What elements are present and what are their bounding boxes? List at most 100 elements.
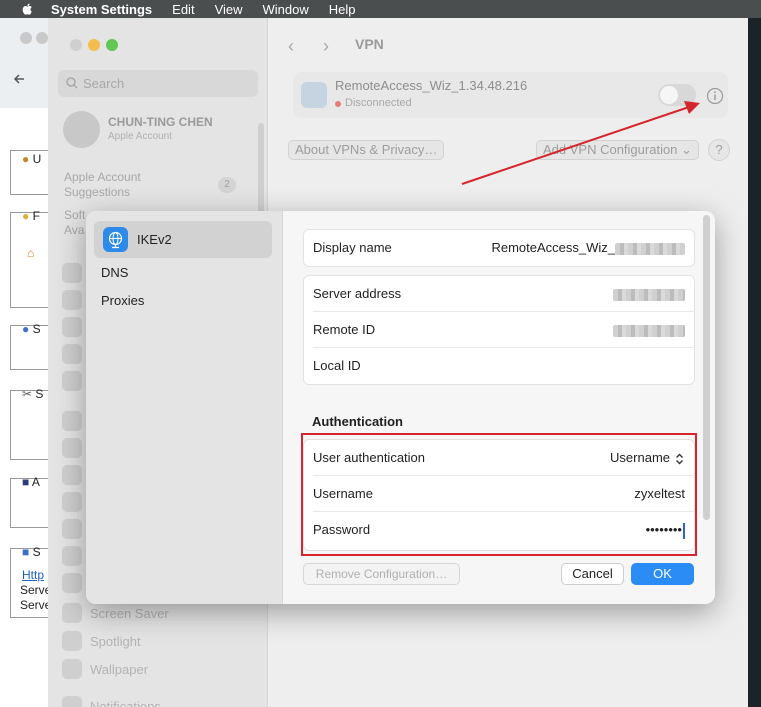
bg-label: ● U	[22, 152, 42, 166]
authentication-heading: Authentication	[312, 414, 403, 429]
dialog-sidebar: IKEv2 DNS Proxies	[86, 211, 283, 604]
server-address-row[interactable]: Server address	[304, 276, 694, 312]
bg-traffic-light	[20, 32, 32, 44]
zoom-window-button[interactable]	[106, 39, 118, 51]
bg-label: ■ A	[22, 475, 40, 489]
vpn-status: Disconnected	[345, 97, 412, 109]
local-id-label: Local ID	[313, 358, 361, 373]
sidebar-item-screen-saver[interactable]: Screen Saver	[62, 603, 169, 623]
side-item-ikev2[interactable]: IKEv2	[94, 221, 272, 258]
menu-help[interactable]: Help	[329, 2, 356, 17]
wifi-icon	[62, 263, 82, 283]
back-arrow-icon[interactable]	[12, 72, 26, 86]
add-vpn-label: Add VPN Configuration	[543, 142, 678, 157]
redacted-text	[613, 324, 685, 337]
accessibility-icon	[62, 438, 82, 458]
dialog-main: Display name RemoteAccess_Wiz_ Server ad…	[283, 211, 715, 604]
dialog-scrollbar[interactable]	[703, 215, 710, 520]
suggestions-item[interactable]: Apple Account Suggestions	[64, 170, 141, 200]
remote-id-row[interactable]: Remote ID	[304, 312, 694, 348]
ok-button[interactable]: OK	[631, 563, 694, 585]
sidebar-item-label: Wallpaper	[90, 661, 149, 677]
account-subtitle: Apple Account	[108, 131, 172, 142]
bluetooth-icon	[62, 290, 82, 310]
search-placeholder: Search	[83, 76, 125, 91]
local-id-row[interactable]: Local ID	[304, 348, 694, 384]
display-name-field[interactable]: RemoteAccess_Wiz_	[491, 240, 685, 255]
search-input[interactable]: Search	[58, 70, 258, 97]
chevron-down-icon: ⌄	[681, 142, 692, 157]
control-center-icon	[62, 492, 82, 512]
desktop-icon	[62, 519, 82, 539]
sidebar-item-label: Screen Saver	[90, 605, 169, 621]
menu-window[interactable]: Window	[263, 2, 309, 17]
bg-text: Serve	[20, 598, 52, 612]
sidebar-item-wallpaper[interactable]: Wallpaper	[62, 659, 148, 679]
menu-view[interactable]: View	[215, 2, 243, 17]
menu-app-name[interactable]: System Settings	[51, 2, 152, 17]
network-icon	[62, 317, 82, 337]
globe-icon	[103, 227, 128, 252]
bg-group	[10, 212, 50, 308]
globe-glyph-icon	[108, 231, 123, 249]
back-chevron-icon[interactable]: ‹	[288, 36, 294, 57]
vpn-config-row[interactable]: RemoteAccess_Wiz_1.34.48.216 Disconnecte…	[293, 72, 728, 118]
display-name-row[interactable]: Display name RemoteAccess_Wiz_	[304, 230, 694, 266]
suggestions-badge: 2	[218, 177, 236, 193]
partial-line2: Ava	[64, 223, 85, 237]
background-panel: ● U ● F ⌂ ● S ✂ S ■ A ■ S Http Serve Ser…	[0, 108, 52, 707]
vpn-icon	[62, 344, 82, 364]
avatar	[63, 111, 100, 148]
add-vpn-configuration-button[interactable]: Add VPN Configuration ⌄	[536, 140, 699, 160]
display-name-value: RemoteAccess_Wiz_	[491, 240, 615, 255]
toggle-knob	[660, 86, 678, 104]
menu-bar: System Settings Edit View Window Help	[0, 0, 761, 18]
annotation-highlight-box	[301, 433, 697, 556]
side-item-proxies[interactable]: Proxies	[101, 293, 144, 308]
side-item-dns[interactable]: DNS	[101, 265, 128, 280]
display-name-group: Display name RemoteAccess_Wiz_	[303, 229, 695, 267]
spotlight-icon	[62, 631, 82, 651]
server-address-field[interactable]	[613, 286, 685, 301]
redacted-text	[615, 242, 685, 255]
menu-edit[interactable]: Edit	[172, 2, 194, 17]
page-title: VPN	[355, 36, 384, 52]
appearance-icon	[62, 465, 82, 485]
bg-link[interactable]: Http	[22, 568, 44, 582]
globe-icon	[301, 82, 327, 108]
search-icon	[66, 77, 78, 89]
info-icon[interactable]	[706, 87, 724, 105]
remote-id-field[interactable]	[613, 322, 685, 337]
about-vpns-button[interactable]: About VPNs & Privacy…	[288, 140, 445, 160]
general-icon	[62, 411, 82, 431]
screen-saver-icon	[62, 573, 82, 593]
vpn-toggle[interactable]	[658, 84, 696, 106]
vpn-name: RemoteAccess_Wiz_1.34.48.216	[335, 78, 528, 93]
side-item-label: IKEv2	[137, 232, 172, 247]
home-icon: ⌂	[27, 246, 35, 260]
partial-sidebar-item[interactable]: Soft Ava	[64, 208, 85, 238]
account-name: CHUN-TING CHEN	[108, 115, 213, 129]
remove-configuration-button[interactable]: Remove Configuration…	[303, 563, 460, 585]
remote-id-label: Remote ID	[313, 322, 376, 337]
server-address-label: Server address	[313, 286, 402, 301]
minimize-window-button[interactable]	[88, 39, 100, 51]
close-window-button[interactable]	[70, 39, 82, 51]
sidebar-item-notifications[interactable]: Notifications	[62, 696, 161, 707]
forward-chevron-icon[interactable]: ›	[323, 36, 329, 57]
sidebar-item-spotlight[interactable]: Spotlight	[62, 631, 141, 651]
help-button[interactable]: ?	[708, 139, 730, 161]
bg-label: ● S	[22, 322, 41, 336]
server-group: Server address Remote ID Local ID	[303, 275, 695, 385]
wallpaper-icon	[62, 659, 82, 679]
bg-text: Serve	[20, 583, 52, 597]
redacted-text	[613, 288, 685, 301]
suggestions-line1: Apple Account	[64, 170, 141, 184]
status-dot-icon	[335, 101, 341, 107]
suggestions-line2: Suggestions	[64, 185, 131, 199]
screen-saver-icon	[62, 603, 82, 623]
apple-logo-icon[interactable]	[20, 2, 36, 16]
cancel-button[interactable]: Cancel	[561, 563, 624, 585]
notifications-icon	[62, 696, 82, 707]
displays-icon	[62, 546, 82, 566]
